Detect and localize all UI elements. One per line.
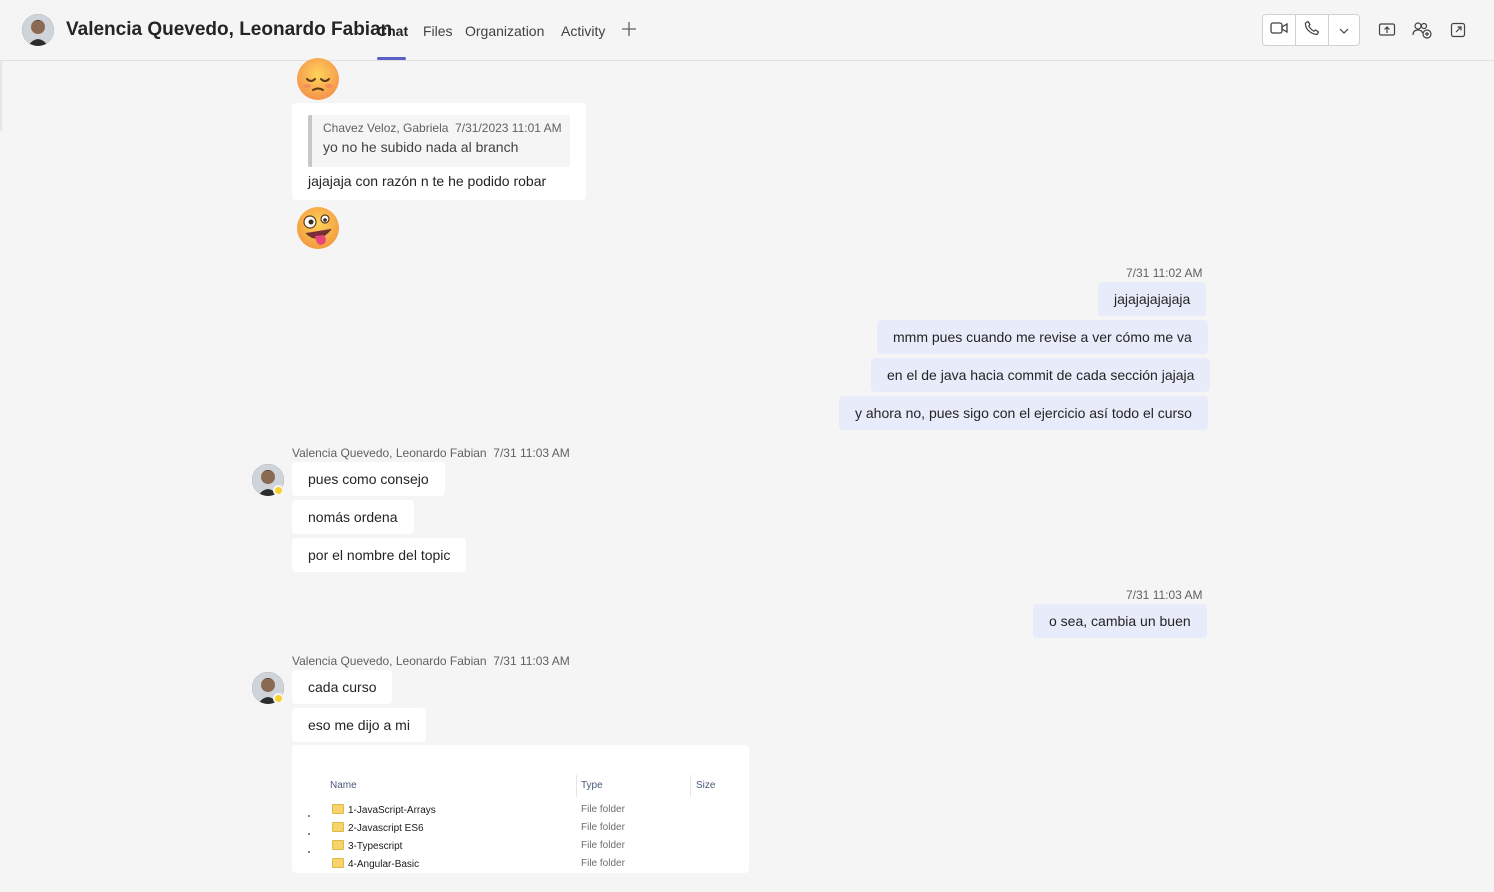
folder-name: 2-Javascript ES6	[348, 823, 424, 834]
folder-type: File folder	[581, 840, 625, 851]
own-message-bubble[interactable]: o sea, cambia un buen	[1033, 604, 1207, 638]
message-timestamp: 7/31 11:02 AM	[1126, 266, 1203, 280]
column-header-type: Type	[581, 780, 603, 791]
message-bubble[interactable]: pues como consejo	[292, 462, 445, 496]
tree-marker	[308, 851, 310, 853]
reply-text: jajajaja con razón n te he podido robar	[308, 173, 547, 189]
contact-avatar[interactable]	[22, 14, 54, 46]
left-divider	[0, 61, 2, 131]
add-people-icon[interactable]	[1412, 20, 1432, 40]
tab-activity[interactable]: Activity	[561, 23, 605, 39]
audio-call-button[interactable]	[1296, 15, 1329, 45]
chat-title: Valencia Quevedo, Leonardo Fabian	[66, 19, 393, 40]
message-header: Valencia Quevedo, Leonardo Fabian 7/31 1…	[292, 654, 570, 668]
message-header: Valencia Quevedo, Leonardo Fabian 7/31 1…	[292, 446, 570, 460]
share-screen-icon[interactable]	[1377, 20, 1397, 40]
own-message-bubble[interactable]: en el de java hacia commit de cada secci…	[871, 358, 1211, 392]
image-attachment[interactable]: Name Type Size 1-JavaScript-Arrays File …	[292, 745, 749, 873]
folder-icon	[332, 822, 344, 832]
quote-text: yo no he subido nada al branch	[323, 139, 519, 155]
presence-away-badge	[273, 485, 284, 496]
tab-chat[interactable]: Chat	[377, 23, 408, 39]
call-options-dropdown[interactable]	[1329, 15, 1359, 45]
phone-call-icon	[1304, 20, 1320, 41]
message-timestamp: 7/31 11:03 AM	[1126, 588, 1203, 602]
folder-type: File folder	[581, 822, 625, 833]
folder-name: 4-Angular-Basic	[348, 859, 420, 870]
message-bubble[interactable]: eso me dijo a mi	[292, 708, 426, 742]
folder-name: 3-Typescript	[348, 841, 403, 852]
quote-author: Chavez Veloz, Gabriela	[323, 121, 449, 135]
message-timestamp: 7/31 11:03 AM	[493, 446, 570, 460]
video-call-button[interactable]	[1263, 15, 1296, 45]
active-tab-indicator	[377, 57, 406, 60]
own-message-bubble[interactable]: jajajajajajaja	[1098, 282, 1207, 316]
quote-timestamp: 7/31/2023 11:01 AM	[455, 121, 562, 135]
folder-row: 3-Typescript	[332, 840, 402, 852]
tab-files[interactable]: Files	[423, 23, 453, 39]
presence-away-badge	[273, 693, 284, 704]
quoted-message[interactable]: Chavez Veloz, Gabriela 7/31/2023 11:01 A…	[308, 115, 570, 167]
message-bubble[interactable]: por el nombre del topic	[292, 538, 467, 572]
tree-marker	[308, 833, 310, 835]
column-separator	[576, 775, 577, 797]
tree-marker	[308, 815, 310, 817]
folder-icon	[332, 858, 344, 868]
folder-row: 2-Javascript ES6	[332, 822, 424, 834]
folder-row: 1-JavaScript-Arrays	[332, 804, 436, 816]
video-call-icon	[1270, 21, 1288, 40]
message-bubble[interactable]: cada curso	[292, 670, 393, 704]
quoted-message-card[interactable]: Chavez Veloz, Gabriela 7/31/2023 11:01 A…	[292, 103, 586, 200]
zany-face-emoji	[295, 205, 341, 251]
message-bubble[interactable]: nomás ordena	[292, 500, 414, 534]
call-button-group	[1262, 14, 1360, 46]
folder-name: 1-JavaScript-Arrays	[348, 805, 436, 816]
folder-icon	[332, 840, 344, 850]
message-timestamp: 7/31 11:03 AM	[493, 654, 570, 668]
folder-type: File folder	[581, 804, 625, 815]
own-message-bubble[interactable]: y ahora no, pues sigo con el ejercicio a…	[839, 396, 1208, 430]
folder-type: File folder	[581, 858, 625, 869]
column-separator	[690, 775, 691, 797]
chevron-down-icon	[1339, 21, 1349, 39]
tab-organization[interactable]: Organization	[465, 23, 544, 39]
chat-header: Valencia Quevedo, Leonardo Fabian Chat F…	[0, 0, 1494, 61]
pop-out-icon[interactable]	[1448, 20, 1468, 40]
sender-name: Valencia Quevedo, Leonardo Fabian	[292, 654, 487, 668]
column-header-size: Size	[696, 780, 716, 791]
sender-name: Valencia Quevedo, Leonardo Fabian	[292, 446, 487, 460]
column-header-name: Name	[330, 780, 357, 791]
pensive-face-emoji	[295, 56, 341, 102]
folder-icon	[332, 804, 344, 814]
add-tab-icon[interactable]	[620, 20, 638, 38]
own-message-bubble[interactable]: mmm pues cuando me revise a ver cómo me …	[877, 320, 1208, 354]
folder-row: 4-Angular-Basic	[332, 858, 419, 870]
